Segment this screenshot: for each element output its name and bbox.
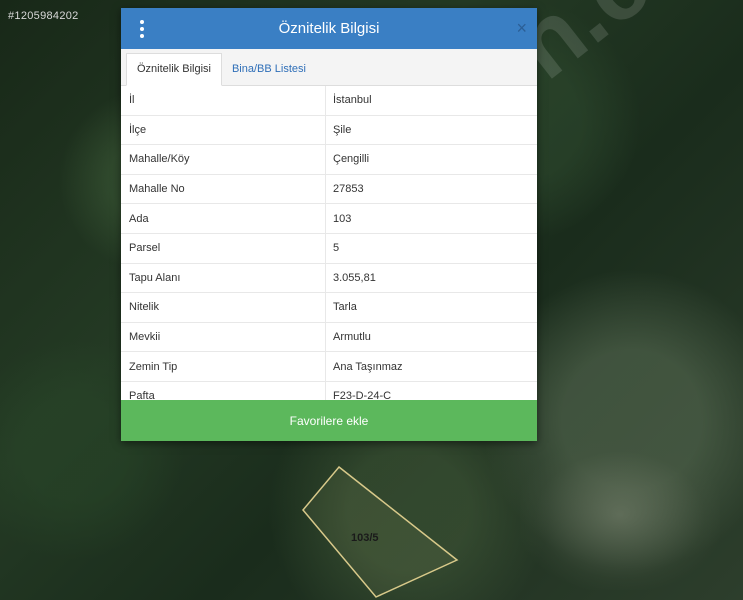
row-key: Mahalle No xyxy=(121,174,326,204)
row-key: Ada xyxy=(121,204,326,233)
table-row: İl İstanbul xyxy=(121,86,537,116)
parcel-polygon[interactable] xyxy=(302,465,459,598)
row-value: 3.055,81 xyxy=(333,271,376,284)
attribute-dialog: Öznitelik Bilgisi × Öznitelik Bilgisi Bi… xyxy=(121,8,537,441)
attribute-table: İl İstanbul İlçe Şile Mahalle/Köy Çengilli … xyxy=(121,86,537,412)
tab-attribute-info[interactable]: Öznitelik Bilgisi xyxy=(126,53,222,86)
dialog-header: Öznitelik Bilgisi × xyxy=(121,8,537,49)
row-key: Parsel xyxy=(121,233,326,263)
row-value: 27853 xyxy=(333,183,364,196)
tab-bar: Öznitelik Bilgisi Bina/BB Listesi xyxy=(121,49,537,86)
table-row: Tapu Alanı 3.055,81 xyxy=(121,263,537,294)
table-row: Mahalle No 27853 xyxy=(121,174,537,205)
close-icon[interactable]: × xyxy=(516,18,527,38)
table-row: Parsel 5 xyxy=(121,233,537,264)
kebab-menu-icon[interactable] xyxy=(135,20,149,38)
row-key: İl xyxy=(121,86,326,115)
row-key: Mevkii xyxy=(121,322,326,352)
tab-building-list[interactable]: Bina/BB Listesi xyxy=(222,54,316,85)
row-key: Mahalle/Köy xyxy=(121,145,326,174)
add-to-favorites-button[interactable]: Favorilere ekle xyxy=(121,400,537,441)
table-row: Zemin Tip Ana Taşınmaz xyxy=(121,352,537,382)
table-row: Mevkii Armutlu xyxy=(121,322,537,353)
row-value: 103 xyxy=(333,212,352,225)
row-key: Nitelik xyxy=(121,293,326,322)
row-value: Çengilli xyxy=(333,153,370,166)
row-value: Şile xyxy=(333,123,352,136)
row-value: Armutlu xyxy=(333,331,371,344)
table-row: Mahalle/Köy Çengilli xyxy=(121,145,537,175)
table-row: Nitelik Tarla xyxy=(121,293,537,323)
row-value: Tarla xyxy=(333,301,357,314)
row-key: Zemin Tip xyxy=(121,352,326,381)
parcel-label: 103/5 xyxy=(351,532,379,544)
dialog-title: Öznitelik Bilgisi xyxy=(278,20,380,37)
row-value: Ana Taşınmaz xyxy=(333,360,403,373)
table-row: Ada 103 xyxy=(121,204,537,234)
row-value: İstanbul xyxy=(333,94,372,107)
row-key: İlçe xyxy=(121,115,326,145)
table-row: İlçe Şile xyxy=(121,115,537,146)
row-value: 5 xyxy=(333,242,340,255)
row-key: Tapu Alanı xyxy=(121,263,326,293)
